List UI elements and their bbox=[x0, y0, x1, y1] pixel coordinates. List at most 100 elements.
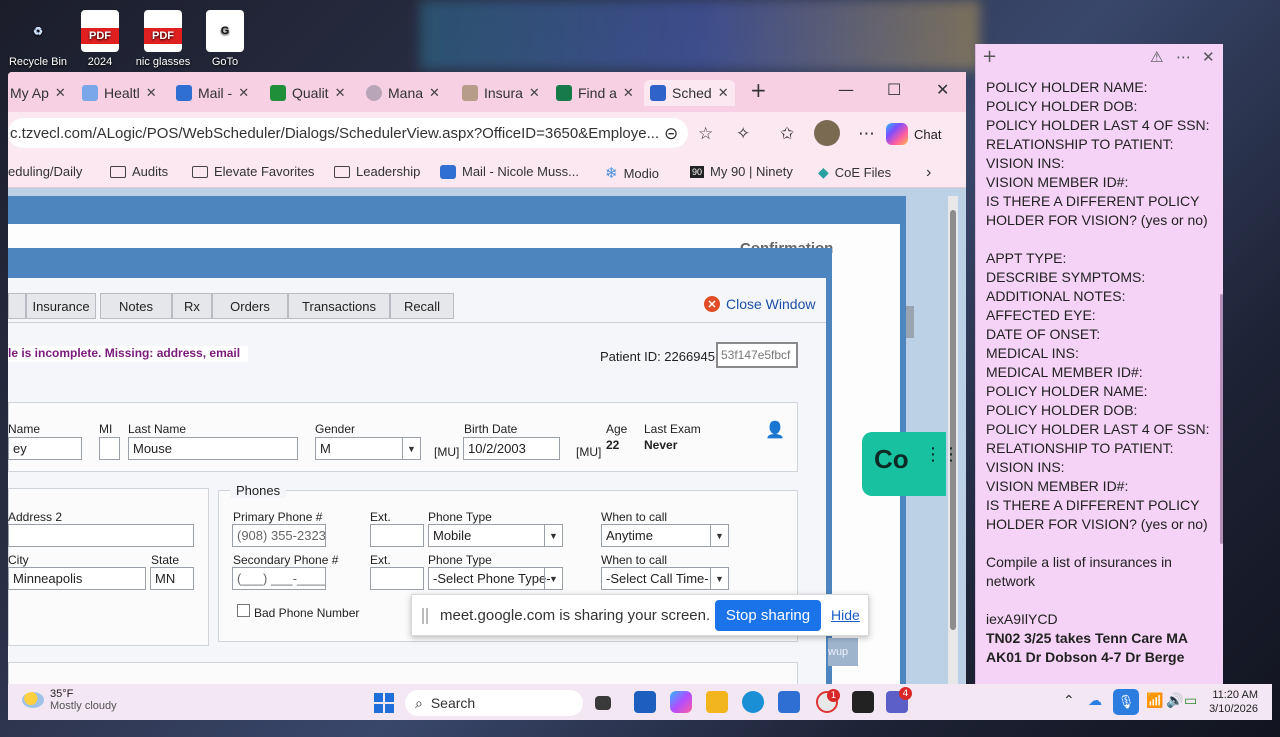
close-icon[interactable]: ✕ bbox=[429, 85, 440, 101]
first-name-input[interactable]: ey bbox=[8, 437, 82, 460]
tab-hidden[interactable] bbox=[8, 293, 26, 319]
copilot-taskbar-icon[interactable] bbox=[670, 691, 692, 713]
bad-phone-checkbox[interactable] bbox=[237, 604, 250, 617]
favorites-icon[interactable]: ✩ bbox=[780, 124, 794, 144]
chrome-icon[interactable]: 1 bbox=[816, 689, 840, 713]
hide-link[interactable]: Hide bbox=[831, 607, 860, 623]
microphone-icon[interactable]: 🎙 bbox=[1113, 689, 1139, 715]
last-name-input[interactable]: Mouse bbox=[128, 437, 298, 460]
minimize-icon[interactable]: — bbox=[838, 80, 854, 99]
gender-select[interactable]: M ▼ bbox=[315, 437, 421, 460]
bookmark-ninety[interactable]: 90 My 90 | Ninety bbox=[690, 164, 793, 179]
note-scrollbar[interactable] bbox=[1220, 294, 1223, 544]
tab-recall[interactable]: Recall bbox=[390, 293, 454, 319]
background-button[interactable]: wup bbox=[828, 638, 858, 666]
chevron-up-icon[interactable]: ⌃ bbox=[1063, 693, 1075, 709]
close-icon[interactable]: ✕ bbox=[1202, 48, 1215, 66]
more-menu-icon[interactable]: ⋯ bbox=[858, 124, 875, 144]
city-input[interactable]: Minneapolis bbox=[8, 567, 146, 590]
close-icon[interactable]: ✕ bbox=[623, 85, 634, 101]
when-to-call-select[interactable]: Anytime ▼ bbox=[601, 524, 729, 547]
when-to-call2-select[interactable]: -Select Call Time- ▼ bbox=[601, 567, 729, 590]
bookmark-audits[interactable]: Audits bbox=[110, 164, 168, 179]
tab-rx[interactable]: Rx bbox=[172, 293, 212, 319]
teams-icon[interactable]: 4 bbox=[886, 687, 912, 713]
reader-icon[interactable]: ⊝ bbox=[664, 124, 678, 144]
volume-icon[interactable]: 🔊 bbox=[1166, 693, 1183, 709]
mi-input[interactable] bbox=[99, 437, 120, 460]
drag-handle-icon[interactable]: ⋮⋮ bbox=[924, 446, 960, 464]
browser-tab-active[interactable]: Sched ✕ bbox=[644, 80, 735, 106]
browser-tab[interactable]: My Ap ✕ bbox=[10, 80, 66, 106]
phone-type-select[interactable]: Mobile ▼ bbox=[428, 524, 563, 547]
more-options-icon[interactable]: ⋯ bbox=[1176, 48, 1191, 66]
ext2-input[interactable] bbox=[370, 567, 424, 590]
new-tab-plus-icon[interactable]: + bbox=[750, 78, 767, 102]
outlook-taskbar-icon[interactable] bbox=[778, 691, 800, 713]
close-window-icon[interactable]: ✕ bbox=[936, 80, 949, 99]
desktop-icon-nic-glasses[interactable]: nic glasses bbox=[133, 10, 193, 68]
wifi-icon[interactable]: 📶 bbox=[1146, 693, 1163, 709]
file-explorer-icon[interactable] bbox=[706, 691, 728, 713]
tab-transactions[interactable]: Transactions bbox=[288, 293, 390, 319]
person-icon[interactable]: 👤 bbox=[765, 420, 785, 440]
tab-notes[interactable]: Notes bbox=[100, 293, 172, 319]
tab-orders[interactable]: Orders bbox=[212, 293, 288, 319]
sticky-note-body[interactable]: POLICY HOLDER NAME: POLICY HOLDER DOB: P… bbox=[986, 78, 1216, 667]
birth-date-input[interactable]: 10/2/2003 bbox=[463, 437, 560, 460]
bookmark-modio[interactable]: ❄ Modio bbox=[605, 164, 659, 182]
edge-icon[interactable] bbox=[742, 691, 764, 713]
chevron-right-icon[interactable]: › bbox=[926, 164, 931, 182]
bookmark-coe-files[interactable]: ◆ CoE Files bbox=[818, 164, 891, 181]
store-icon[interactable] bbox=[634, 691, 656, 713]
phone-type2-select[interactable]: -Select Phone Type- ▼ bbox=[428, 567, 563, 590]
bookmark-scheduling[interactable]: eduling/Daily bbox=[8, 164, 82, 179]
stop-sharing-button[interactable]: Stop sharing bbox=[715, 600, 821, 631]
new-note-plus-icon[interactable]: + bbox=[982, 46, 997, 67]
bookmark-elevate-favorites[interactable]: Elevate Favorites bbox=[192, 164, 314, 179]
drag-grip-icon[interactable] bbox=[422, 608, 428, 624]
onedrive-icon[interactable]: ☁ bbox=[1088, 693, 1102, 709]
task-view-icon[interactable] bbox=[595, 696, 611, 710]
close-window-button[interactable]: ✕ Close Window bbox=[704, 296, 815, 312]
browser-tab[interactable]: Qualit ✕ bbox=[270, 80, 345, 106]
copilot-floating-widget[interactable]: Co ⋮⋮ bbox=[862, 432, 960, 496]
state-input[interactable]: MN bbox=[150, 567, 194, 590]
primary-phone-input[interactable]: (908) 355-2323 bbox=[232, 524, 326, 547]
browser-tab[interactable]: Insura ✕ bbox=[462, 80, 540, 106]
system-clock[interactable]: 11:20 AM 3/10/2026 bbox=[1200, 688, 1258, 716]
maximize-icon[interactable]: ☐ bbox=[887, 80, 901, 99]
extensions-icon[interactable]: ✧ bbox=[736, 124, 750, 144]
close-icon[interactable]: ✕ bbox=[55, 85, 66, 101]
tab-insurance[interactable]: Insurance bbox=[26, 293, 96, 319]
browser-tab[interactable]: Mail - ✕ bbox=[176, 80, 249, 106]
close-icon[interactable]: ✕ bbox=[718, 85, 729, 101]
address2-input[interactable] bbox=[8, 524, 194, 547]
profile-avatar[interactable] bbox=[814, 120, 840, 146]
bookmark-mail[interactable]: Mail - Nicole Muss... bbox=[440, 164, 579, 179]
browser-tab[interactable]: Healtl ✕ bbox=[82, 80, 157, 106]
page-scrollbar[interactable] bbox=[948, 196, 958, 684]
bookmark-leadership[interactable]: Leadership bbox=[334, 164, 420, 179]
desktop-icon-recycle-bin[interactable]: ♻ Recycle Bin bbox=[8, 10, 68, 69]
ext-input[interactable] bbox=[370, 524, 424, 547]
secondary-phone-input[interactable]: (___) ___-____ bbox=[232, 567, 326, 590]
browser-tab[interactable]: Mana ✕ bbox=[366, 80, 440, 106]
close-icon[interactable]: ✕ bbox=[146, 85, 157, 101]
start-button[interactable] bbox=[374, 693, 394, 713]
warning-icon[interactable]: ⚠ bbox=[1150, 48, 1163, 66]
close-icon[interactable]: ✕ bbox=[238, 85, 249, 101]
close-icon[interactable]: ✕ bbox=[529, 85, 540, 101]
desktop-icon-2024[interactable]: 2024 bbox=[70, 10, 130, 68]
desktop-icon-goto[interactable]: G GoTo bbox=[195, 10, 255, 68]
taskbar-search[interactable]: ⌕ Search bbox=[405, 690, 583, 716]
browser-tab[interactable]: Find a ✕ bbox=[556, 80, 634, 106]
scrollbar-thumb[interactable] bbox=[950, 210, 956, 630]
sticky-notes-taskbar-icon[interactable] bbox=[852, 691, 874, 713]
close-icon[interactable]: ✕ bbox=[335, 85, 346, 101]
favorite-star-icon[interactable]: ☆ bbox=[698, 124, 713, 144]
weather-widget[interactable]: 35°F Mostly cloudy bbox=[22, 688, 117, 712]
url-input[interactable]: c.tzvecl.com/ALogic/POS/WebScheduler/Dia… bbox=[8, 118, 688, 148]
copilot-chat-button[interactable]: Chat bbox=[886, 120, 958, 148]
battery-icon[interactable]: ▭ bbox=[1184, 693, 1197, 709]
